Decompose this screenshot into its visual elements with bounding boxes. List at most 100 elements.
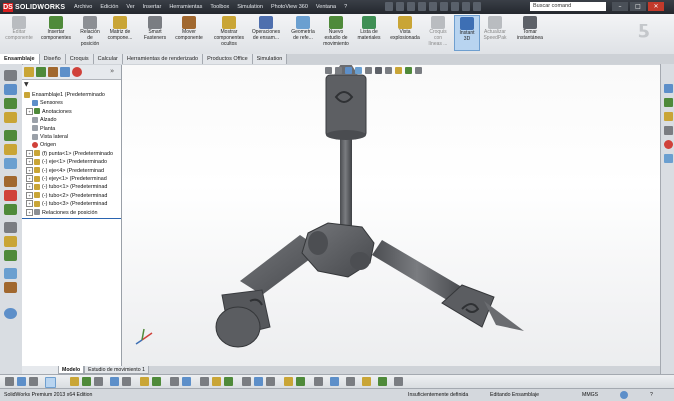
tree-item-origen[interactable]: Origen <box>22 141 131 149</box>
expand-toggle[interactable]: + <box>26 158 33 166</box>
menu-herramientas[interactable]: Herramientas <box>165 4 206 10</box>
dimension-tool-icon[interactable] <box>212 377 221 386</box>
mate-button[interactable]: Relación de posición <box>76 16 104 47</box>
plane-tool-icon[interactable] <box>4 158 17 169</box>
show-hidden-components-button[interactable]: Mostrar componentes ocultos <box>210 16 248 47</box>
file-properties-icon[interactable] <box>462 2 470 11</box>
dimxpert-tab-icon[interactable] <box>60 67 70 77</box>
tree-item-part[interactable]: + (-) ejey<1> (Predeterminad <box>22 175 125 183</box>
features-icon[interactable] <box>4 112 17 123</box>
rotate-view-icon[interactable] <box>17 377 26 386</box>
select-icon[interactable] <box>5 377 14 386</box>
curves-icon[interactable] <box>4 236 17 247</box>
hide-show-items-icon[interactable] <box>385 67 392 74</box>
menu-help[interactable]: ? <box>340 4 351 10</box>
dimxpert-icon[interactable] <box>4 250 17 261</box>
view-orientation-icon[interactable] <box>365 67 372 74</box>
tree-item-alzado[interactable]: Alzado <box>22 116 131 124</box>
search-commands-input[interactable]: Buscar comand <box>530 2 606 11</box>
configurationmanager-tab-icon[interactable] <box>48 67 58 77</box>
tree-item-part[interactable]: + (-) tubo<3> (Predeterminad <box>22 200 125 208</box>
menu-insertar[interactable]: Insertar <box>139 4 166 10</box>
tree-item-sensors[interactable]: Sensores <box>22 99 131 107</box>
tab-croquis[interactable]: Croquis <box>65 54 94 64</box>
assembly-tool-icon[interactable] <box>4 130 17 141</box>
file-explorer-icon[interactable] <box>664 112 673 121</box>
shell-tool-icon[interactable] <box>284 377 293 386</box>
draft-tool-icon[interactable] <box>314 377 323 386</box>
rebuild-icon[interactable] <box>451 2 459 11</box>
section-view-icon[interactable] <box>355 67 362 74</box>
tree-item-mates[interactable]: + Relaciones de posición <box>22 208 125 217</box>
menu-simulation[interactable]: Simulation <box>233 4 267 10</box>
propertymanager-tab-icon[interactable] <box>36 67 46 77</box>
save-icon[interactable] <box>407 2 415 11</box>
undo-icon[interactable] <box>429 2 437 11</box>
edit-appearance-icon[interactable] <box>395 67 402 74</box>
new-file-icon[interactable] <box>385 2 393 11</box>
apply-scene-icon[interactable] <box>405 67 412 74</box>
expand-toggle[interactable]: + <box>26 208 33 216</box>
surfaces-icon[interactable] <box>4 222 17 233</box>
display-icon[interactable] <box>4 268 17 279</box>
units-selector[interactable]: MMGS <box>582 389 598 401</box>
tree-item-assembly[interactable]: Ensamblaje1 (Predeterminado <box>22 91 121 99</box>
tree-item-part[interactable]: + (-) tubo<2> (Predeterminad <box>22 191 125 200</box>
display-style-icon[interactable] <box>375 67 382 74</box>
pointer-icon[interactable] <box>45 377 56 388</box>
line-tool-icon[interactable] <box>82 377 91 386</box>
rebuild-status-icon[interactable] <box>620 391 628 399</box>
sheet-metal-icon[interactable] <box>4 204 17 215</box>
chamfer-tool-icon[interactable] <box>254 377 263 386</box>
expand-toggle[interactable]: + <box>26 200 33 208</box>
appearance-tool-icon[interactable] <box>378 377 387 386</box>
design-library-icon[interactable] <box>664 98 673 107</box>
tree-item-part[interactable]: + (-) eje<1> (Predeterminado <box>22 158 125 166</box>
component-pattern-button[interactable]: Matriz de compone... <box>104 16 136 42</box>
rectangle-tool-icon[interactable] <box>94 377 103 386</box>
exploded-view-button[interactable]: Vista explosionada <box>386 16 424 42</box>
trim-tool-icon[interactable] <box>152 377 161 386</box>
view-palette-icon[interactable] <box>664 126 673 135</box>
expand-toggle[interactable]: + <box>26 166 33 174</box>
insert-components-button[interactable]: Insertar componentes <box>38 16 74 42</box>
extrude-icon[interactable] <box>4 98 17 109</box>
graphics-area[interactable] <box>122 59 660 366</box>
print-icon[interactable] <box>418 2 426 11</box>
expand-toggle[interactable]: + <box>26 191 33 199</box>
menu-ventana[interactable]: Ventana <box>312 4 340 10</box>
tab-herramientas-renderizado[interactable]: Herramientas de renderizado <box>122 54 204 64</box>
task-pane-icon[interactable] <box>4 308 17 319</box>
sketch-tool-icon[interactable] <box>70 377 79 386</box>
close-button[interactable]: ✕ <box>648 2 664 11</box>
tree-item-vista-lateral[interactable]: Vista lateral <box>22 133 131 141</box>
tab-ensamblaje[interactable]: Ensamblaje <box>0 54 40 64</box>
tree-item-part[interactable]: + (-) tubo<1> (Predeterminad <box>22 183 125 191</box>
weldment-icon[interactable] <box>4 176 17 187</box>
photoview-icon[interactable] <box>394 377 403 386</box>
select-arrow-icon[interactable] <box>440 2 448 11</box>
tree-item-part[interactable]: + (f) punta<1> (Predeterminado <box>22 149 125 158</box>
tree-item-part[interactable]: + (-) eje<4> (Predeterminad <box>22 166 125 175</box>
app-logo[interactable]: DS SOLIDWORKS <box>3 2 65 12</box>
mass-properties-icon[interactable] <box>346 377 355 386</box>
zoom-area-icon[interactable] <box>335 67 342 74</box>
tab-modelo[interactable]: Modelo <box>58 366 85 374</box>
edit-component-button[interactable]: Editar componente <box>2 16 36 42</box>
point-tool-icon[interactable] <box>200 377 209 386</box>
filter-icon[interactable]: ▼ <box>24 81 38 88</box>
menu-photoview[interactable]: PhotoView 360 <box>267 4 312 10</box>
tab-simulation[interactable]: Simulation <box>252 54 288 64</box>
open-file-icon[interactable] <box>396 2 404 11</box>
tab-calcular[interactable]: Calcular <box>93 54 123 64</box>
minimize-button[interactable]: – <box>612 2 628 11</box>
sketch-icon[interactable] <box>4 84 17 95</box>
update-speedpak-button[interactable]: Actualizar SpeedPak <box>480 16 510 42</box>
options-gear-icon[interactable] <box>473 2 481 11</box>
reference-geometry-button[interactable]: Geometría de refe... <box>286 16 320 42</box>
new-motion-study-button[interactable]: Nuevo estudio de movimiento <box>318 16 354 47</box>
hole-tool-icon[interactable] <box>266 377 275 386</box>
instant3d-button[interactable]: Instant 3D <box>454 15 480 51</box>
maximize-button[interactable]: □ <box>630 2 646 11</box>
mirror-tool-icon[interactable] <box>182 377 191 386</box>
